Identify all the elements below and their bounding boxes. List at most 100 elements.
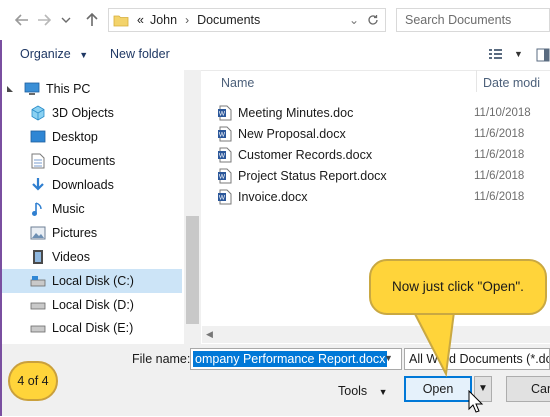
tools-label: Tools — [338, 384, 368, 398]
file-row[interactable]: W Project Status Report.docx 11/6/2018 — [218, 165, 550, 186]
svg-text:W: W — [219, 173, 226, 180]
desktop-icon — [30, 129, 46, 145]
new-folder-button[interactable]: New folder — [110, 47, 170, 61]
column-header-date[interactable]: Date modi — [483, 76, 540, 90]
file-name: New Proposal.docx — [238, 126, 346, 141]
up-button[interactable] — [82, 8, 102, 32]
file-date: 11/6/2018 — [474, 169, 525, 182]
file-name-value: ompany Performance Report.docx — [193, 351, 388, 367]
svg-text:W: W — [219, 194, 226, 201]
file-name: Invoice.docx — [238, 189, 308, 204]
navigation-scrollbar-thumb[interactable] — [186, 216, 199, 324]
nav-item-desktop[interactable]: Desktop — [2, 125, 182, 149]
file-date: 11/6/2018 — [474, 127, 525, 140]
drive-icon — [30, 273, 46, 289]
nav-label: Local Disk (E:) — [52, 321, 134, 335]
nav-label: Videos — [52, 250, 90, 264]
nav-label: Desktop — [52, 130, 98, 144]
nav-label: Music — [52, 202, 85, 216]
refresh-icon[interactable] — [367, 14, 379, 26]
file-list-horizontal-scrollbar[interactable]: ◀ — [202, 326, 550, 343]
callout-bubble: Now just click "Open". — [369, 259, 547, 315]
address-box[interactable]: « John › Documents ⌄ — [108, 8, 386, 32]
nav-label: This PC — [46, 82, 91, 96]
word-document-icon: W — [218, 189, 232, 205]
tools-menu[interactable]: Tools ▼ — [338, 384, 388, 398]
music-icon — [30, 201, 46, 217]
file-date: 11/6/2018 — [474, 148, 525, 161]
preview-pane-icon[interactable] — [536, 48, 550, 62]
up-arrow-icon — [86, 13, 98, 26]
nav-item-downloads[interactable]: Downloads — [2, 173, 182, 197]
nav-item-this-pc[interactable]: This PC — [2, 77, 182, 101]
cube-icon — [30, 105, 46, 121]
expand-arrow-icon[interactable] — [6, 85, 18, 93]
step-indicator: 4 of 4 — [8, 361, 58, 401]
nav-item-local-disk-d[interactable]: Local Disk (D:) — [2, 293, 182, 317]
word-document-icon: W — [218, 147, 232, 163]
nav-label: Local Disk (D:) — [52, 298, 134, 312]
organize-label: Organize — [20, 47, 71, 61]
svg-text:W: W — [219, 152, 226, 159]
nav-label: 3D Objects — [52, 106, 114, 120]
recent-locations-button[interactable] — [56, 8, 76, 32]
svg-text:W: W — [219, 110, 226, 117]
breadcrumb-john[interactable]: John — [150, 13, 177, 27]
search-input[interactable]: Search Documents — [396, 8, 550, 32]
file-name: Customer Records.docx — [238, 147, 373, 162]
nav-label: Pictures — [52, 226, 98, 240]
view-dropdown-icon[interactable]: ▼ — [514, 49, 523, 59]
chevron-right-icon[interactable]: › — [185, 13, 189, 27]
word-document-icon: W — [218, 105, 232, 121]
file-row[interactable]: W Invoice.docx 11/6/2018 — [218, 186, 550, 207]
nav-label: Local Disk (C:) — [52, 274, 134, 288]
file-date: 11/10/2018 — [474, 106, 531, 119]
view-options-icon[interactable] — [488, 47, 506, 64]
word-document-icon: W — [218, 168, 232, 184]
dropdown-arrow-icon: ▼ — [378, 387, 388, 397]
chevron-down-icon — [61, 17, 71, 23]
organize-menu[interactable]: Organize ▼ — [20, 47, 88, 61]
nav-item-local-disk-e[interactable]: Local Disk (E:) — [2, 317, 182, 339]
nav-item-pictures[interactable]: Pictures — [2, 221, 182, 245]
word-document-icon: W — [218, 126, 232, 142]
chevron-down-icon[interactable]: ⌄ — [349, 13, 359, 27]
file-name-label: File name: — [132, 352, 191, 366]
pc-icon — [24, 81, 40, 97]
nav-item-music[interactable]: Music — [2, 197, 182, 221]
nav-item-3d-objects[interactable]: 3D Objects — [2, 101, 182, 125]
scroll-left-icon[interactable]: ◀ — [206, 329, 213, 340]
file-name-input[interactable]: ompany Performance Report.docx — [190, 348, 402, 370]
dropdown-arrow-icon: ▼ — [79, 50, 89, 60]
nav-label: Downloads — [52, 178, 114, 192]
forward-arrow-icon — [38, 14, 51, 26]
file-name: Project Status Report.docx — [238, 168, 387, 183]
file-row[interactable]: W Meeting Minutes.doc 11/10/2018 — [218, 102, 550, 123]
file-row[interactable]: W Customer Records.docx 11/6/2018 — [218, 144, 550, 165]
nav-label: Documents — [52, 154, 116, 168]
callout-pointer — [412, 304, 456, 378]
video-icon — [30, 249, 46, 265]
drive-icon — [30, 320, 46, 336]
file-name-dropdown-icon[interactable]: ▼ — [384, 353, 393, 363]
nav-item-videos[interactable]: Videos — [2, 245, 182, 269]
file-date: 11/6/2018 — [474, 190, 525, 203]
document-icon — [30, 153, 46, 169]
file-row[interactable]: W New Proposal.docx 11/6/2018 — [218, 123, 550, 144]
cancel-button[interactable]: Can — [506, 376, 550, 402]
drive-icon — [30, 297, 46, 313]
nav-item-local-disk-c[interactable]: Local Disk (C:) — [2, 269, 182, 293]
file-name: Meeting Minutes.doc — [238, 105, 354, 120]
column-separator — [476, 70, 477, 92]
pictures-icon — [30, 225, 46, 241]
forward-button[interactable] — [34, 8, 54, 32]
back-button[interactable] — [12, 8, 32, 32]
svg-text:W: W — [219, 131, 226, 138]
breadcrumb-overflow[interactable]: « — [137, 13, 144, 27]
column-header-name[interactable]: Name — [221, 76, 254, 90]
download-icon — [30, 177, 46, 193]
nav-item-documents[interactable]: Documents — [2, 149, 182, 173]
breadcrumb-documents[interactable]: Documents — [197, 13, 260, 27]
folder-icon — [113, 14, 129, 27]
mouse-cursor-icon — [468, 389, 484, 417]
